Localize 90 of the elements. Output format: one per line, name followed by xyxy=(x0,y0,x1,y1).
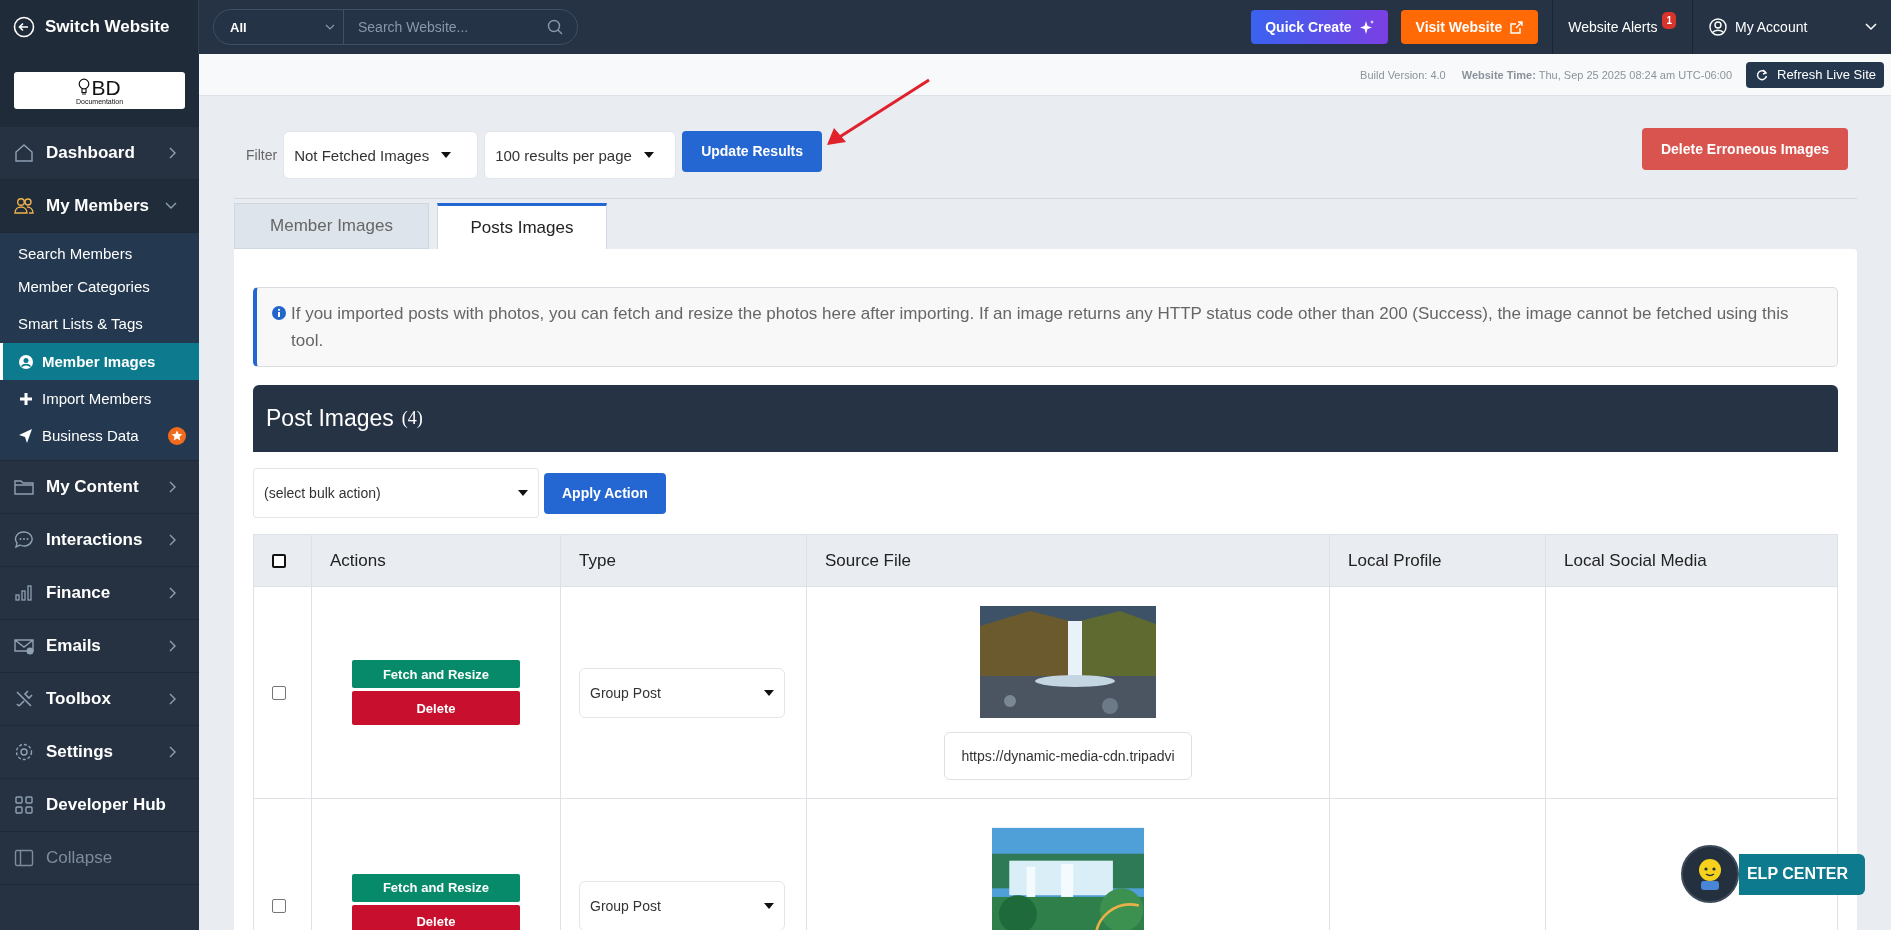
refresh-icon xyxy=(1756,68,1768,81)
sparkle-icon xyxy=(1359,20,1374,34)
type-dropdown[interactable]: Group Post xyxy=(579,667,785,718)
checkbox[interactable] xyxy=(272,553,286,568)
update-results-button[interactable]: Update Results xyxy=(682,130,823,172)
type-dropdown[interactable]: Group Post xyxy=(579,881,785,930)
collapse-button[interactable]: Collapse xyxy=(0,832,199,885)
lightbulb-icon xyxy=(78,78,91,96)
status-dropdown[interactable]: Not Fetched Images xyxy=(283,131,479,179)
nav-item[interactable]: Finance xyxy=(0,567,199,620)
delete-erroneous-images-button[interactable]: Delete Erroneous Images xyxy=(1641,128,1848,170)
gear-icon xyxy=(14,742,34,762)
caret-down-icon xyxy=(518,490,528,496)
column-header: Type xyxy=(560,534,807,587)
scope-dropdown[interactable]: All xyxy=(214,19,325,35)
website-time: Website Time: Thu, Sep 25 2025 08:24 am UTC-06:00 xyxy=(1461,68,1732,81)
external-link-icon xyxy=(1510,20,1524,34)
submenu-item[interactable]: Member Categories xyxy=(0,270,199,303)
grid-icon xyxy=(14,795,34,815)
panel-title: Post Images xyxy=(266,405,394,432)
chevron-right-icon xyxy=(169,147,177,159)
checkbox[interactable] xyxy=(272,685,286,700)
caret-down-icon xyxy=(764,689,774,696)
refresh-live-site-button[interactable]: Refresh Live Site xyxy=(1746,61,1884,88)
fetch-resize-button[interactable]: Fetch and Resize xyxy=(352,660,520,688)
tab[interactable]: Member Images xyxy=(234,203,429,249)
caret-down-icon xyxy=(441,152,452,158)
delete-button[interactable]: Delete xyxy=(352,904,520,930)
home-icon xyxy=(14,143,34,163)
navigation-arrow-icon xyxy=(18,427,34,444)
folder-icon xyxy=(14,477,34,497)
nav-item[interactable]: Interactions xyxy=(0,514,199,567)
nav-item[interactable]: Emails xyxy=(0,620,199,673)
notice-text: If you imported posts with photos, you can fetch and resize the photos here after importing. If an image returns any HTTP status code other than 200 (Success), the image cannot be fetched using this tool. xyxy=(291,303,1790,352)
chevron-down-icon xyxy=(1865,23,1877,31)
chevron-right-icon xyxy=(169,587,177,599)
my-account-menu[interactable]: My Account xyxy=(1735,19,1857,35)
sidebar-panel-icon xyxy=(14,848,34,868)
nav-item[interactable]: My Members xyxy=(0,180,199,233)
nav-item[interactable]: Developer Hub xyxy=(0,779,199,832)
user-circle-icon xyxy=(18,353,34,370)
caret-down-icon xyxy=(764,903,774,909)
chat-icon xyxy=(14,530,34,550)
website-alerts-link[interactable]: Website Alerts xyxy=(1568,19,1658,35)
column-header: Local Profile xyxy=(1329,534,1546,587)
submenu-item[interactable]: Member Images xyxy=(0,343,199,380)
per-page-dropdown[interactable]: 100 results per page xyxy=(484,131,677,179)
logo-text: BD xyxy=(91,76,121,98)
bar-chart-icon xyxy=(14,583,34,603)
submenu-item[interactable]: Business Data xyxy=(0,417,199,454)
nav-item[interactable]: Settings xyxy=(0,726,199,779)
nav-item[interactable]: My Content xyxy=(0,461,199,514)
submenu-item[interactable]: Search Members xyxy=(0,237,199,270)
tools-icon xyxy=(14,689,34,709)
chevron-down-icon xyxy=(325,24,335,30)
chevron-right-icon xyxy=(169,693,177,705)
robot-avatar-icon xyxy=(1680,845,1739,903)
url-field[interactable]: https://dynamic-media-cdn.tripadvi xyxy=(944,731,1192,780)
people-icon xyxy=(14,196,34,216)
plus-icon xyxy=(18,390,34,407)
checkbox[interactable] xyxy=(272,899,286,913)
column-header: Actions xyxy=(311,534,561,587)
caret-down-icon xyxy=(643,152,654,158)
tab[interactable]: Posts Images xyxy=(437,203,607,249)
help-center-button[interactable]: ELP CENTER xyxy=(1738,853,1865,895)
column-header: Local Social Media xyxy=(1545,534,1838,587)
nav-item[interactable]: Toolbox xyxy=(0,673,199,726)
bulk-action-dropdown[interactable]: (select bulk action) xyxy=(253,468,539,518)
column-header: Source File xyxy=(806,534,1330,587)
fetch-resize-button[interactable]: Fetch and Resize xyxy=(352,873,520,902)
submenu-item[interactable]: Smart Lists & Tags xyxy=(0,303,199,343)
search-icon xyxy=(547,19,563,35)
delete-button[interactable]: Delete xyxy=(352,691,520,725)
chevron-right-icon xyxy=(169,640,177,652)
search-field[interactable]: Search Website... xyxy=(343,9,547,45)
chevron-right-icon xyxy=(169,481,177,493)
user-icon xyxy=(1709,18,1727,36)
chevron-right-icon xyxy=(169,746,177,758)
build-version: Build Version: 4.0 xyxy=(1360,68,1446,81)
alert-count-badge: 1 xyxy=(1662,11,1676,29)
apply-action-button[interactable]: Apply Action xyxy=(544,472,666,514)
info-icon xyxy=(272,306,286,320)
search-bar[interactable]: All Search Website... xyxy=(213,9,578,45)
submenu-item[interactable]: Import Members xyxy=(0,380,199,417)
envelope-icon xyxy=(14,636,34,656)
image-count: (4) xyxy=(401,408,423,429)
chevron-down-icon xyxy=(165,202,177,210)
filter-label: Filter xyxy=(246,147,278,163)
quick-create-button[interactable]: Quick Create xyxy=(1251,10,1388,44)
chevron-right-icon xyxy=(169,534,177,546)
